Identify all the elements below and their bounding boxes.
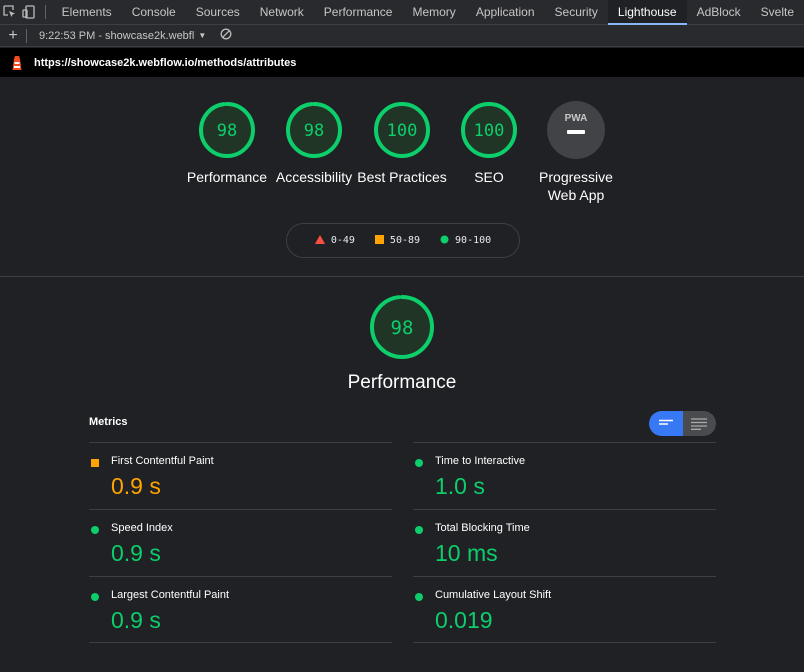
tab-elements[interactable]: Elements	[52, 0, 122, 24]
view-summary-icon[interactable]	[649, 411, 683, 436]
tab-application[interactable]: Application	[466, 0, 545, 24]
tab-lighthouse[interactable]: Lighthouse	[607, 0, 687, 25]
metric-value: 1.0 s	[435, 473, 485, 499]
metric-value: 0.019	[435, 607, 493, 633]
metric-value: 10 ms	[435, 540, 498, 566]
tab-memory[interactable]: Memory	[402, 0, 465, 24]
metric-average-square-icon	[91, 459, 99, 467]
metric-name: Largest Contentful Paint	[111, 589, 230, 601]
metric-pass-circle-icon	[415, 459, 423, 467]
view-expanded-icon[interactable]	[683, 411, 717, 436]
lighthouse-toolbar: + 9:22:53 PM - showcase2k.webfl ▼	[0, 25, 804, 47]
tab-separator	[44, 5, 46, 19]
metric-pass-circle-icon	[91, 526, 99, 534]
tab-console[interactable]: Console	[122, 0, 186, 24]
score-scale-legend: 0-49 50-89 90-100	[286, 223, 520, 258]
gauge-label: Performance	[186, 169, 268, 185]
legend-item-90-100: 90-100	[440, 235, 491, 247]
gauge-label: Accessibility	[275, 169, 353, 185]
metrics-bottom-border	[89, 642, 392, 643]
section-divider	[0, 276, 804, 277]
gauge-progressive-web-app[interactable]: PWA Progressive Web App	[526, 100, 626, 204]
tab-adblock[interactable]: AdBlock	[687, 0, 751, 24]
metric-name: Cumulative Layout Shift	[435, 589, 552, 601]
metric-total-blocking-time: Total Blocking Time 10 ms	[413, 509, 716, 576]
legend-range: 0-49	[330, 235, 355, 246]
gauge-score-value: 100	[474, 121, 505, 141]
category-gauges: 98 Performance 98 Accessibility 100 Best Prac…	[0, 100, 804, 210]
performance-title: Performance	[347, 372, 457, 393]
gauge-performance[interactable]: 98 Performance	[177, 100, 277, 186]
gauge-label: Best Practices	[357, 169, 447, 185]
legend-triangle-icon	[314, 234, 325, 247]
metric-pass-circle-icon	[415, 593, 423, 601]
legend-item-0-49: 0-49	[314, 234, 355, 247]
performance-score-gauge[interactable]: 98	[368, 293, 436, 366]
metric-pass-circle-icon	[415, 526, 423, 534]
gauge-score-value: 100	[387, 121, 418, 141]
metric-pass-circle-icon	[91, 593, 99, 601]
metrics-view-toggle[interactable]	[649, 411, 716, 436]
tab-network[interactable]: Network	[250, 0, 314, 24]
metric-name: Total Blocking Time	[435, 522, 530, 534]
report-url-link[interactable]: https://showcase2k.webflow.io/methods/at…	[34, 57, 296, 69]
metric-value: 0.9 s	[111, 540, 161, 566]
gauge-best-practices[interactable]: 100 Best Practices	[352, 100, 452, 186]
metrics-header: Metrics	[89, 416, 128, 428]
metric-first-contentful-paint: First Contentful Paint 0.9 s	[89, 442, 392, 509]
gauge-score-value: 98	[217, 121, 237, 141]
legend-circle-icon	[440, 235, 449, 247]
devtools-tab-bar: Elements Console Sources Network Performance…	[0, 0, 804, 25]
gauge-seo[interactable]: 100 SEO	[439, 100, 539, 186]
tab-performance[interactable]: Performance	[314, 0, 403, 24]
tab-svelte[interactable]: Svelte	[751, 0, 804, 24]
metric-speed-index: Speed Index 0.9 s	[89, 509, 392, 576]
gauge-label: Progressive Web App	[539, 169, 613, 203]
metric-name: First Contentful Paint	[111, 455, 214, 467]
metric-name: Time to Interactive	[435, 455, 526, 467]
legend-range: 90-100	[455, 235, 492, 246]
metric-value: 0.9 s	[111, 473, 161, 499]
new-report-button[interactable]: +	[0, 27, 26, 45]
legend-item-50-89: 50-89	[374, 234, 421, 247]
performance-score-value: 98	[391, 317, 414, 339]
gauge-accessibility[interactable]: 98 Accessibility	[264, 100, 364, 186]
tab-sources[interactable]: Sources	[186, 0, 250, 24]
legend-range: 50-89	[389, 235, 421, 246]
lighthouse-logo-icon	[0, 55, 34, 71]
device-toolbar-icon[interactable]	[19, 0, 38, 24]
tab-security[interactable]: Security	[545, 0, 608, 24]
metric-cumulative-layout-shift: Cumulative Layout Shift 0.019	[413, 576, 716, 643]
pwa-dash-icon	[567, 130, 585, 134]
report-url-bar: https://showcase2k.webflow.io/methods/at…	[0, 48, 804, 77]
metric-value: 0.9 s	[111, 607, 161, 633]
legend-square-icon	[374, 234, 384, 247]
report-selector-label: 9:22:53 PM - showcase2k.webfl	[39, 29, 195, 42]
clear-all-icon[interactable]	[220, 28, 232, 43]
dropdown-arrow-icon: ▼	[198, 31, 207, 40]
report-selector[interactable]: 9:22:53 PM - showcase2k.webfl ▼	[27, 30, 212, 42]
inspect-element-icon[interactable]	[0, 0, 19, 24]
pwa-badge-icon: PWA	[565, 113, 588, 124]
metric-time-to-interactive: Time to Interactive 1.0 s	[413, 442, 716, 509]
metrics-bottom-border	[413, 642, 716, 643]
gauge-label: SEO	[474, 169, 504, 185]
gauge-score-value: 98	[304, 121, 324, 141]
metric-largest-contentful-paint: Largest Contentful Paint 0.9 s	[89, 576, 392, 643]
metric-name: Speed Index	[111, 522, 173, 534]
